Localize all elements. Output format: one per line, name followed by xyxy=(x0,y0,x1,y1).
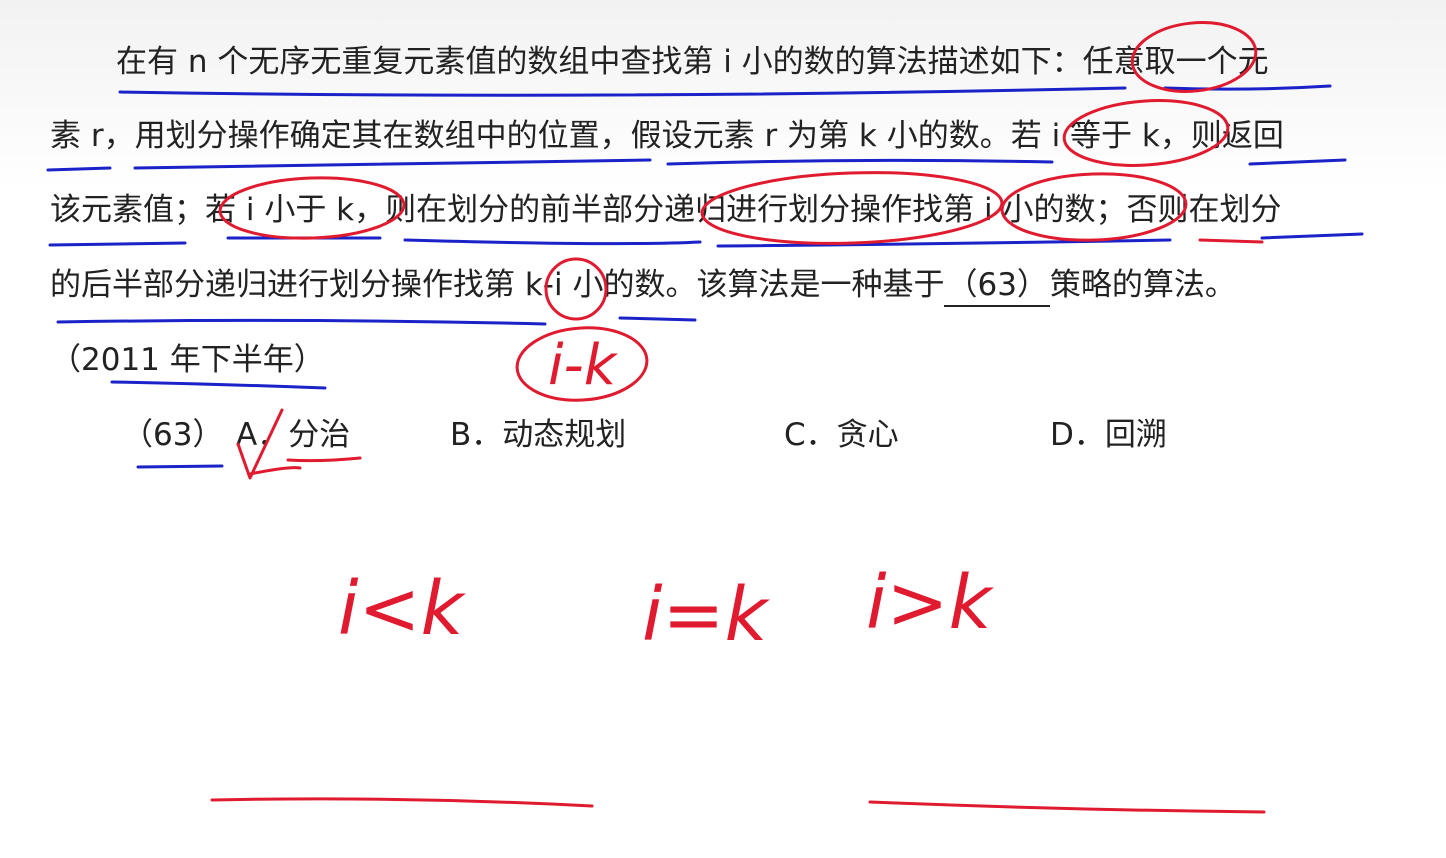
circle-k-minus-i xyxy=(544,257,608,321)
underline-option-a xyxy=(286,456,362,463)
underline-line4-end xyxy=(618,316,697,322)
check-mark-icon xyxy=(236,408,284,480)
answer-line-right xyxy=(868,800,1266,814)
underline-line3-mid xyxy=(403,238,702,246)
circle-ith-smallest xyxy=(1000,172,1188,242)
circle-i-less-k xyxy=(218,176,406,240)
answer-line-left xyxy=(210,797,594,808)
circle-recursive-partition xyxy=(700,171,1004,245)
underline-line1 xyxy=(118,86,1127,97)
circle-i-equals-k xyxy=(1062,99,1230,167)
check-mark-tail xyxy=(248,466,302,476)
underline-line1-end xyxy=(1163,84,1332,91)
underline-line4 xyxy=(56,318,547,326)
case-less-than: i<k xyxy=(338,566,467,652)
underline-line2-end xyxy=(1248,158,1347,166)
underline-line2-mid xyxy=(133,158,652,170)
underline-source xyxy=(110,380,327,390)
correction-note: i-k xyxy=(548,333,619,398)
case-greater-than: i>k xyxy=(866,560,995,646)
case-equal: i=k xyxy=(642,572,771,658)
handwritten-annotations: i-k i<k i=k i>k xyxy=(46,21,1364,814)
underline-line2-start xyxy=(46,166,112,172)
circle-take-element xyxy=(1130,21,1258,93)
underline-line2-right xyxy=(666,158,1054,166)
underline-line3-end xyxy=(1260,232,1364,240)
underline-option-number xyxy=(136,464,224,469)
underline-line3-start xyxy=(48,241,187,247)
underline-otherwise xyxy=(1198,238,1264,244)
